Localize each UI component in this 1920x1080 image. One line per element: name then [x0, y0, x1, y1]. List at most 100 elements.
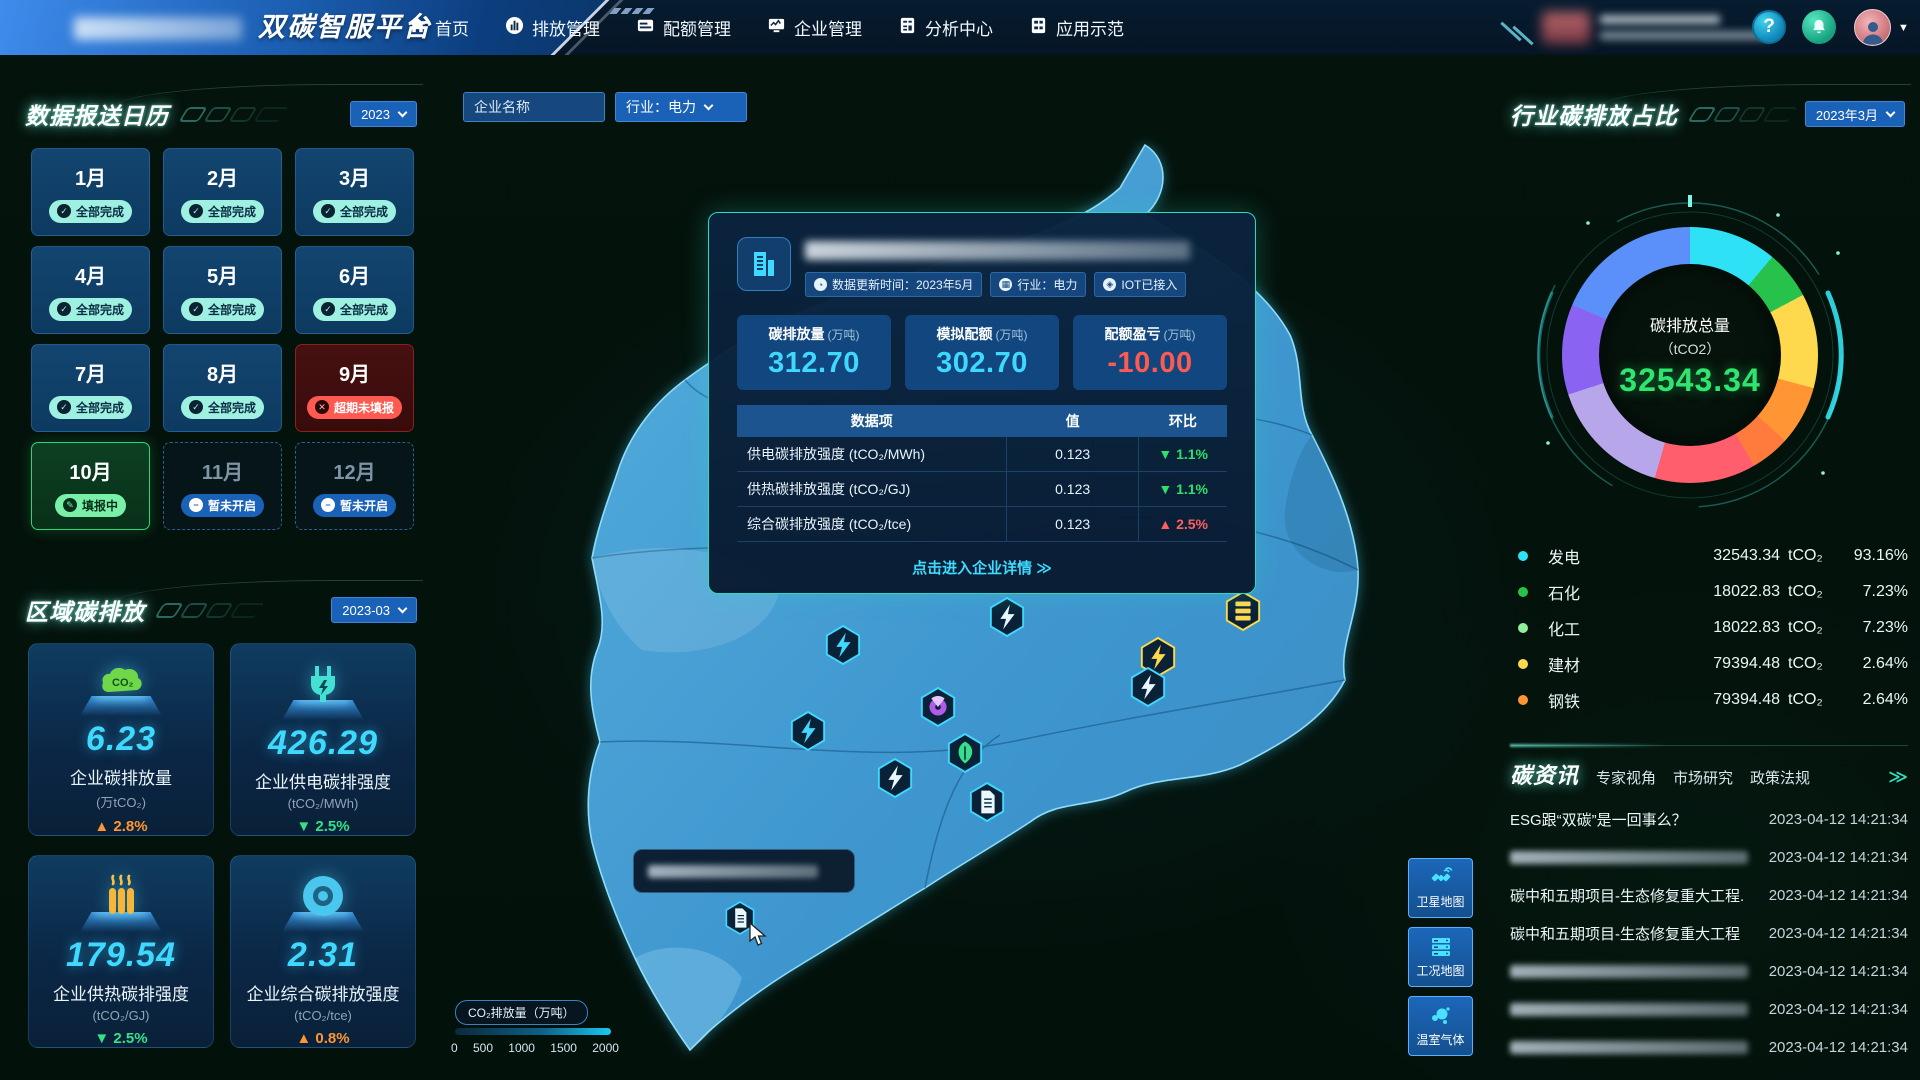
help-button[interactable]: ? [1752, 10, 1786, 44]
stat-card-emission: CO₂ 6.23 企业碳排放量 (万tCO₂) 2.8% [28, 643, 214, 836]
tab-policy[interactable]: 政策法规 [1750, 767, 1810, 788]
month-card-aug[interactable]: 8月全部完成 [163, 344, 282, 432]
industry-period-select[interactable]: 2023年3月 [1805, 101, 1905, 127]
industry-title: 行业碳排放占比 [1510, 97, 1678, 131]
news-title: 碳资讯 [1510, 758, 1579, 790]
month-card-oct[interactable]: 10月填报中 [31, 442, 150, 530]
molecule-icon [1429, 1004, 1453, 1028]
month-card-jul[interactable]: 7月全部完成 [31, 344, 150, 432]
month-card-nov[interactable]: 11月暂未开启 [163, 442, 282, 530]
title-decor [159, 603, 260, 618]
stat-unit: (tCO₂/GJ) [92, 1008, 149, 1023]
month-card-jan[interactable]: 1月全部完成 [31, 148, 150, 236]
status-badge: 全部完成 [181, 298, 264, 321]
nav-item-quota[interactable]: 配额管理 [636, 15, 731, 40]
industry-tag: ▦行业：电力 [990, 272, 1086, 297]
month-card-sep[interactable]: 9月超期未填报 [295, 344, 414, 432]
donut-center: 碳排放总量 （tCO2） 32543.34 [1599, 264, 1781, 446]
metric-balance: 配额盈亏(万吨) -10.00 [1073, 315, 1227, 390]
map-marker-power[interactable] [988, 596, 1026, 638]
status-badge: 超期未填报 [307, 396, 402, 419]
month-card-may[interactable]: 5月全部完成 [163, 246, 282, 334]
region-period-select[interactable]: 2023-03 [331, 597, 417, 623]
stat-trend: 2.8% [94, 818, 147, 835]
emissions-chart-icon [505, 16, 524, 40]
news-item[interactable]: 2023-04-12 14:21:34 [1510, 990, 1908, 1028]
satellite-icon [1429, 866, 1453, 890]
industry-filter-select[interactable]: 行业：电力 [615, 92, 747, 122]
news-item[interactable]: 2023-04-12 14:21:34 [1510, 1028, 1908, 1066]
nav-item-home[interactable]: 首页 [408, 15, 469, 40]
home-icon [408, 16, 427, 40]
tab-market-research[interactable]: 市场研究 [1673, 767, 1733, 788]
check-icon [189, 302, 203, 316]
svg-text:CO₂: CO₂ [112, 677, 134, 689]
notifications-button[interactable] [1802, 10, 1836, 44]
user-menu-caret[interactable]: ▼ [1898, 22, 1909, 34]
legend-dot [1518, 695, 1528, 705]
month-card-feb[interactable]: 2月全部完成 [163, 148, 282, 236]
nav-item-demo[interactable]: 应用示范 [1029, 15, 1124, 40]
demo-apps-icon [1029, 16, 1048, 40]
map-legend-gradient [455, 1028, 611, 1035]
map-marker-nuclear[interactable] [919, 686, 957, 728]
popup-metrics: 碳排放量(万吨) 312.70 模拟配额(万吨) 302.70 配额盈亏(万吨)… [737, 315, 1227, 390]
stat-label: 企业碳排放量 [70, 764, 172, 789]
map-marker-power[interactable] [876, 757, 914, 799]
main-nav: 首页 排放管理 配额管理 企业管理 分析中心 应用示范 [408, 0, 1124, 55]
cross-icon [315, 400, 329, 414]
edit-icon [63, 498, 77, 512]
stat-unit: (tCO₂/MWh) [288, 796, 359, 811]
co2-cloud-icon: CO₂ [95, 658, 147, 710]
check-icon [57, 400, 71, 414]
map-marker-eco[interactable] [946, 732, 984, 774]
servers-icon [1429, 935, 1453, 959]
region-title: 区域碳排放 [25, 593, 145, 627]
nav-item-analysis[interactable]: 分析中心 [898, 15, 993, 40]
industry-panel-header: 行业碳排放占比 2023年3月 [1510, 96, 1905, 132]
user-avatar[interactable] [1854, 9, 1891, 46]
news-item[interactable]: ESG跟“双碳”是一回事么？2023-04-12 14:21:34 [1510, 800, 1908, 838]
news-more-arrow[interactable]: ≫ [1888, 766, 1908, 789]
news-item[interactable]: 碳中和五期项目-生态修复重大工程...2023-04-12 14:21:34 [1510, 876, 1908, 914]
chevron-down-icon [398, 107, 408, 117]
avatar-person-icon [1858, 17, 1888, 47]
month-card-jun[interactable]: 6月全部完成 [295, 246, 414, 334]
nav-item-enterprise[interactable]: 企业管理 [767, 15, 862, 40]
clock-icon: ◔ [814, 278, 827, 291]
dual-carbon-dashboard: 双碳智服平台 首页 排放管理 配额管理 企业管理 分析中心 [0, 0, 1920, 1080]
table-row: 综合碳排放强度 (tCO₂/tce)0.1232.5% [737, 507, 1227, 542]
news-item[interactable]: 2023-04-12 14:21:34 [1510, 838, 1908, 876]
month-card-dec[interactable]: 12月暂未开启 [295, 442, 414, 530]
operations-map-button[interactable]: 工况地图 [1408, 927, 1473, 987]
satellite-map-button[interactable]: 卫星地图 [1408, 858, 1473, 918]
heating-radiator-icon [95, 870, 147, 922]
map-marker-finance[interactable] [1224, 590, 1262, 632]
map-marker-report[interactable] [968, 781, 1006, 823]
company-name-redacted [805, 241, 1190, 260]
nav-item-emissions[interactable]: 排放管理 [505, 15, 600, 40]
region-panel-header: 区域碳排放 2023-03 [25, 592, 417, 628]
legend-row-petrochem: 石化 18022.83 tCO₂ 7.23% [1512, 574, 1908, 610]
news-item[interactable]: 2023-04-12 14:21:34 [1510, 952, 1908, 990]
map-legend-ticks: 0500100015002000 [451, 1041, 619, 1055]
legend-dot [1518, 587, 1528, 597]
map-marker-power[interactable] [824, 624, 862, 666]
news-title-redacted [1510, 851, 1748, 864]
legend-dot [1518, 623, 1528, 633]
month-card-apr[interactable]: 4月全部完成 [31, 246, 150, 334]
month-card-mar[interactable]: 3月全部完成 [295, 148, 414, 236]
news-item[interactable]: 碳中和五期项目-生态修复重大工程2023-04-12 14:21:34 [1510, 914, 1908, 952]
enterprise-search-input[interactable] [463, 92, 605, 122]
calendar-year-select[interactable]: 2023 [350, 101, 417, 127]
legend-row-chemical: 化工 18022.83 tCO₂ 7.23% [1512, 610, 1908, 646]
greenhouse-gas-button[interactable]: 温室气体 [1408, 996, 1473, 1056]
chevron-down-icon [1886, 107, 1896, 117]
enterprise-detail-link[interactable]: 点击进入企业详情 ≫ [737, 557, 1227, 578]
industry-donut-chart: 碳排放总量 （tCO2） 32543.34 [1562, 227, 1818, 483]
status-badge: 暂未开启 [313, 494, 396, 517]
map-marker-power[interactable] [1129, 666, 1167, 708]
legend-dot [1518, 659, 1528, 669]
tab-expert-view[interactable]: 专家视角 [1596, 767, 1656, 788]
map-marker-power[interactable] [789, 710, 827, 752]
